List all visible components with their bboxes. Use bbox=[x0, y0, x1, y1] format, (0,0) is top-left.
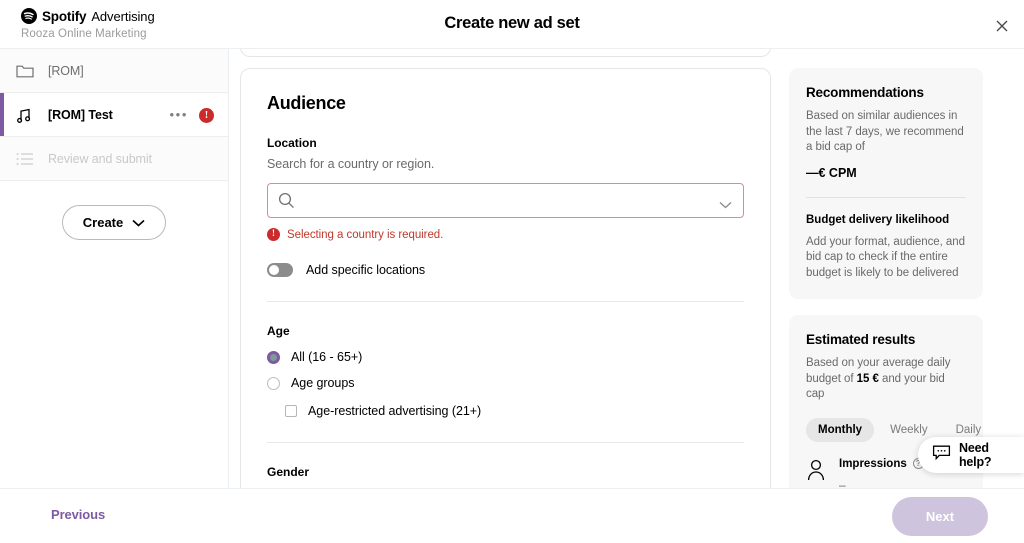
list-icon bbox=[14, 148, 36, 170]
next-button[interactable]: Next bbox=[892, 497, 988, 536]
checkbox[interactable] bbox=[285, 405, 297, 417]
location-label: Location bbox=[267, 136, 317, 150]
create-button-wrapper: Create bbox=[0, 181, 228, 240]
metric-value: – bbox=[839, 477, 846, 488]
close-icon[interactable] bbox=[988, 12, 1016, 40]
audience-card: Audience Location Search for a country o… bbox=[240, 68, 771, 488]
error-icon: ! bbox=[267, 228, 280, 241]
location-search-box[interactable] bbox=[267, 183, 744, 218]
sidebar-item-label: [ROM] Test bbox=[48, 107, 113, 122]
add-specific-locations-row[interactable]: Add specific locations bbox=[267, 263, 744, 277]
sidebar-item-review-and-submit[interactable]: Review and submit bbox=[0, 137, 228, 181]
estimated-results-body: Based on your average daily budget of 15… bbox=[806, 356, 966, 403]
metric-name-row: Impressions ? bbox=[839, 458, 924, 470]
chevron-down-icon[interactable] bbox=[719, 196, 732, 214]
create-button[interactable]: Create bbox=[61, 205, 167, 240]
main-scroll-area: Audience Location Search for a country o… bbox=[229, 49, 1024, 488]
sidebar-item-actions: ••• ! bbox=[170, 93, 214, 137]
previous-card-partial bbox=[240, 49, 771, 57]
chat-bubble-icon bbox=[932, 444, 951, 466]
estimated-daily-budget: 15 € bbox=[856, 372, 879, 385]
age-restricted-advertising-row[interactable]: Age-restricted advertising (21+) bbox=[285, 404, 744, 418]
age-heading: Age bbox=[267, 324, 290, 338]
chevron-down-icon bbox=[132, 215, 145, 230]
radio-button[interactable] bbox=[267, 350, 280, 364]
ad-set-creation-page: Spotify Advertising Rooza Online Marketi… bbox=[0, 0, 1024, 543]
page-title: Create new ad set bbox=[444, 14, 580, 32]
status-badge: ! bbox=[199, 107, 214, 123]
need-help-widget[interactable]: Need help? bbox=[918, 437, 1024, 473]
estimated-results-title: Estimated results bbox=[806, 332, 916, 348]
search-icon bbox=[278, 192, 295, 214]
gender-heading: Gender bbox=[267, 465, 310, 479]
add-specific-locations-toggle[interactable] bbox=[267, 263, 293, 277]
sidebar-item-rom-test[interactable]: [ROM] Test ••• ! bbox=[0, 93, 228, 137]
recommended-bid-cap-value: —€ CPM bbox=[806, 165, 857, 180]
metric-label: Impressions bbox=[839, 457, 907, 470]
sidebar-item-rom[interactable]: [ROM] bbox=[0, 49, 228, 93]
budget-delivery-likelihood-body: Add your format, audience, and bid cap t… bbox=[806, 235, 965, 279]
recommendations-title: Recommendations bbox=[806, 85, 924, 100]
divider bbox=[267, 301, 744, 302]
location-error: ! Selecting a country is required. bbox=[267, 228, 744, 241]
sidebar-item-label: [ROM] bbox=[48, 63, 84, 78]
sidebar: [ROM] [ROM] Test ••• ! Review and submit… bbox=[0, 49, 229, 488]
divider bbox=[806, 196, 966, 198]
age-option-label: All (16 - 65+) bbox=[291, 350, 363, 364]
location-error-text: Selecting a country is required. bbox=[287, 228, 444, 241]
age-option-label: Age groups bbox=[291, 376, 355, 390]
tab-monthly[interactable]: Monthly bbox=[806, 417, 875, 442]
audience-heading: Audience bbox=[267, 93, 346, 113]
right-rail: Recommendations Based on similar audienc… bbox=[789, 68, 983, 488]
location-help-text: Search for a country or region. bbox=[267, 157, 435, 171]
radio-button[interactable] bbox=[267, 376, 280, 390]
recommendations-body: Based on similar audiences in the last 7… bbox=[806, 110, 964, 154]
need-help-label: Need help? bbox=[959, 441, 992, 469]
create-button-label: Create bbox=[82, 215, 124, 230]
budget-delivery-likelihood-title: Budget delivery likelihood bbox=[806, 213, 950, 226]
app-header: Spotify Advertising Rooza Online Marketi… bbox=[0, 0, 1024, 49]
overflow-menu-icon[interactable]: ••• bbox=[170, 108, 188, 121]
footer-bar: Previous Next bbox=[0, 488, 1024, 543]
metric-impressions-body: Impressions ? – bbox=[839, 458, 924, 488]
age-option-all[interactable]: All (16 - 65+) bbox=[267, 350, 744, 364]
age-restricted-label: Age-restricted advertising (21+) bbox=[308, 404, 482, 418]
location-search-input[interactable] bbox=[302, 184, 742, 217]
previous-button[interactable]: Previous bbox=[51, 507, 105, 522]
toggle-knob bbox=[269, 265, 279, 275]
person-icon bbox=[806, 458, 826, 482]
music-note-icon bbox=[14, 104, 36, 126]
sidebar-item-label: Review and submit bbox=[48, 151, 152, 166]
folder-icon bbox=[14, 60, 36, 82]
add-specific-locations-label: Add specific locations bbox=[306, 263, 426, 277]
recommendations-card: Recommendations Based on similar audienc… bbox=[789, 68, 983, 300]
age-option-groups[interactable]: Age groups bbox=[267, 376, 744, 390]
divider bbox=[267, 442, 744, 443]
